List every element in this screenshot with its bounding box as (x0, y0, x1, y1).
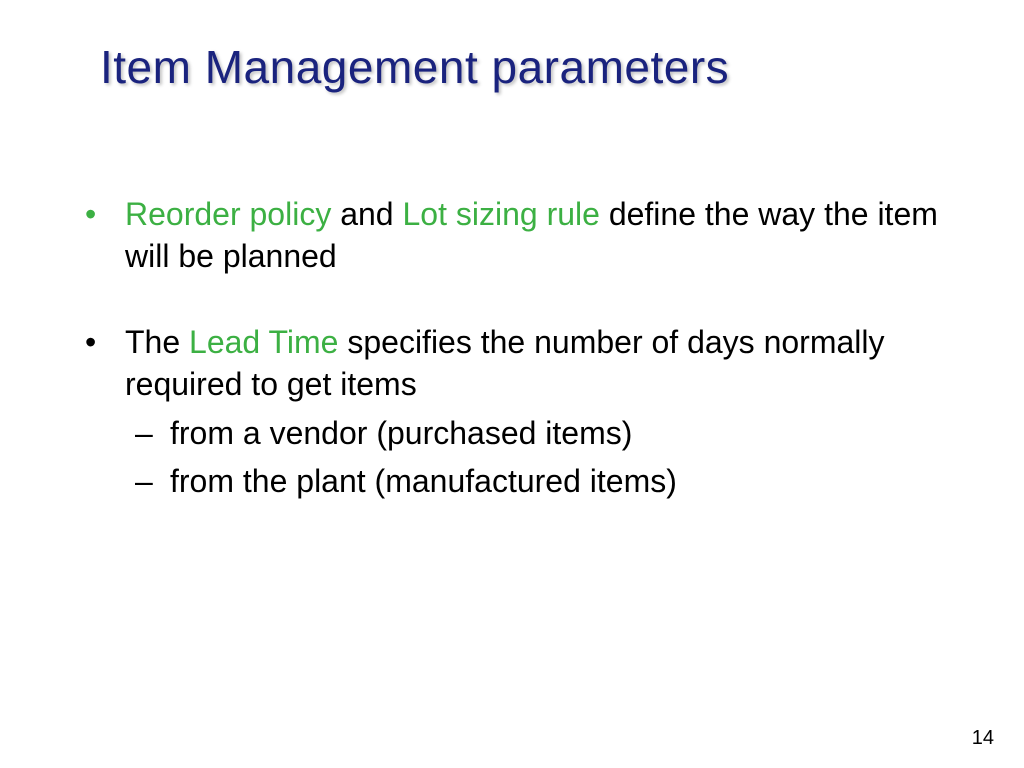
highlight-reorder-policy: Reorder policy (125, 196, 331, 232)
sub-bullet-list: from a vendor (purchased items) from the… (125, 413, 954, 502)
sub-bullet-plant: from the plant (manufactured items) (125, 461, 954, 503)
bullet-2-text-1: The (125, 324, 189, 360)
page-number: 14 (972, 727, 994, 750)
bullet-item-2: The Lead Time specifies the number of da… (70, 322, 954, 502)
sub-bullet-vendor: from a vendor (purchased items) (125, 413, 954, 455)
bullet-list: Reorder policy and Lot sizing rule defin… (70, 194, 954, 503)
bullet-1-text-1: and (331, 196, 402, 232)
slide-title: Item Management parameters (100, 40, 954, 94)
bullet-item-1: Reorder policy and Lot sizing rule defin… (70, 194, 954, 277)
highlight-lot-sizing: Lot sizing rule (402, 196, 599, 232)
slide: Item Management parameters Reorder polic… (0, 0, 1024, 768)
highlight-lead-time: Lead Time (189, 324, 338, 360)
